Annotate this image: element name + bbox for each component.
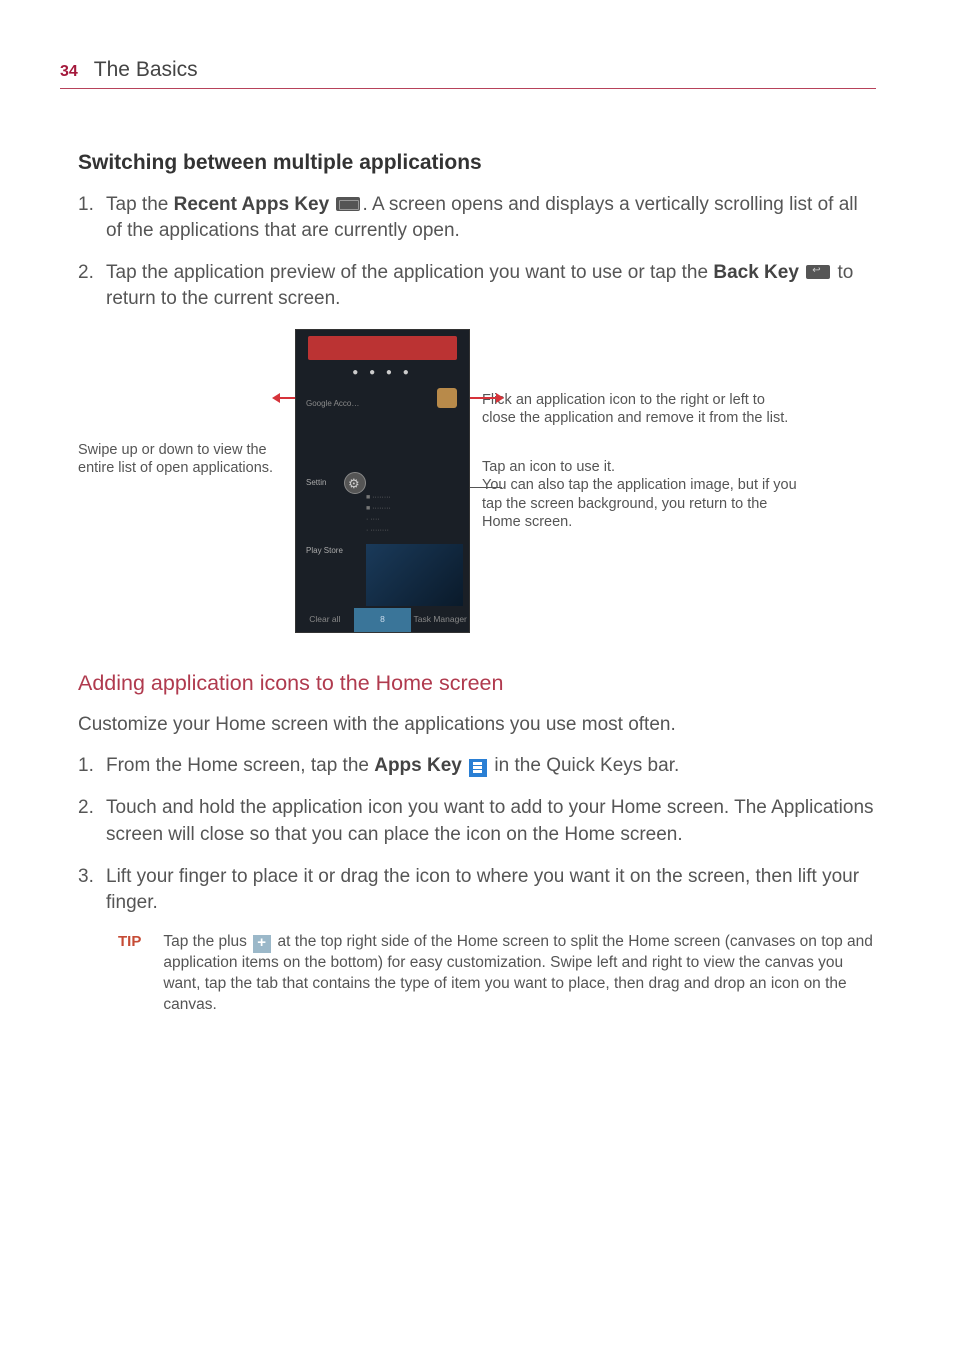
step2-text-pre: Tap the application preview of the appli… [106,262,713,283]
apps-key-icon [469,759,487,777]
back-key-icon [806,265,830,279]
screenshot-task-manager-button: Task Manager [411,608,469,632]
screenshot-indicator-dots: ● ● ● ● [296,366,469,380]
section2-step3: Lift your finger to place it or drag the… [78,864,876,916]
recent-apps-key-icon [336,197,360,211]
tip-text: Tap the plus at the top right side of th… [163,932,876,1016]
figure-recent-apps: Swipe up or down to view the entire list… [78,329,876,633]
section1-step1: Tap the Recent Apps Key . A screen opens… [78,192,876,244]
figure-caption-tap-line1: Tap an icon to use it. [482,459,615,475]
screenshot-app-playstore-label: Play Store [306,546,343,557]
section1-step2: Tap the application preview of the appli… [78,260,876,312]
figure-right-captions: Flick an application icon to the right o… [482,329,802,532]
screenshot-bottom-bar: Clear all 8 Task Manager [296,608,469,632]
figure-caption-tap-line2: You can also tap the application image, … [482,477,797,530]
sec2-step1-post: in the Quick Keys bar. [489,755,679,776]
plus-icon [253,935,271,953]
screenshot-playstore-preview [366,544,463,606]
tip-label: TIP [118,932,141,1016]
chapter-title: The Basics [94,56,198,84]
figure-left-caption: Swipe up or down to view the entire list… [78,329,283,479]
screenshot-clear-all-button: Clear all [296,608,354,632]
screenshot-settings-preview: ■ ········■ ········· ····· ········ [366,492,463,542]
section2-steps: From the Home screen, tap the Apps Key i… [78,753,876,916]
tip-block: TIP Tap the plus at the top right side o… [118,932,876,1016]
screenshot-banner [308,336,457,360]
step1-text-pre: Tap the [106,194,174,215]
arrow-right-icon [468,397,498,399]
screenshot-app-google-label: Google Acco… [306,399,359,408]
page-header: 34 The Basics [60,56,876,89]
sec2-step1-pre: From the Home screen, tap the [106,755,374,776]
apps-key-label: Apps Key [374,755,467,776]
figure-caption-tap-icon: Tap an icon to use it. You can also tap … [482,458,802,532]
section-heading-adding-icons: Adding application icons to the Home scr… [78,669,876,698]
page-number: 34 [60,61,78,83]
screenshot-app-google-icon [437,388,457,408]
screenshot-count-badge: 8 [354,608,412,632]
section1-steps: Tap the Recent Apps Key . A screen opens… [78,192,876,313]
screenshot-app-settings-label: Settin [306,478,326,489]
section2-intro: Customize your Home screen with the appl… [78,712,876,738]
screenshot-app-google: Google Acco… [306,388,459,412]
figure-caption-flick: Flick an application icon to the right o… [482,391,802,428]
recent-apps-key-label: Recent Apps Key [174,194,335,215]
gear-icon [344,472,366,494]
section2-step2: Touch and hold the application icon you … [78,795,876,847]
tip-text-pre: Tap the plus [163,933,251,950]
back-key-label: Back Key [713,262,804,283]
phone-screenshot: ● ● ● ● Google Acco… Settin ■ ········■ … [295,329,470,633]
section2-step1: From the Home screen, tap the Apps Key i… [78,753,876,779]
section-heading-switching: Switching between multiple applications [78,149,876,177]
